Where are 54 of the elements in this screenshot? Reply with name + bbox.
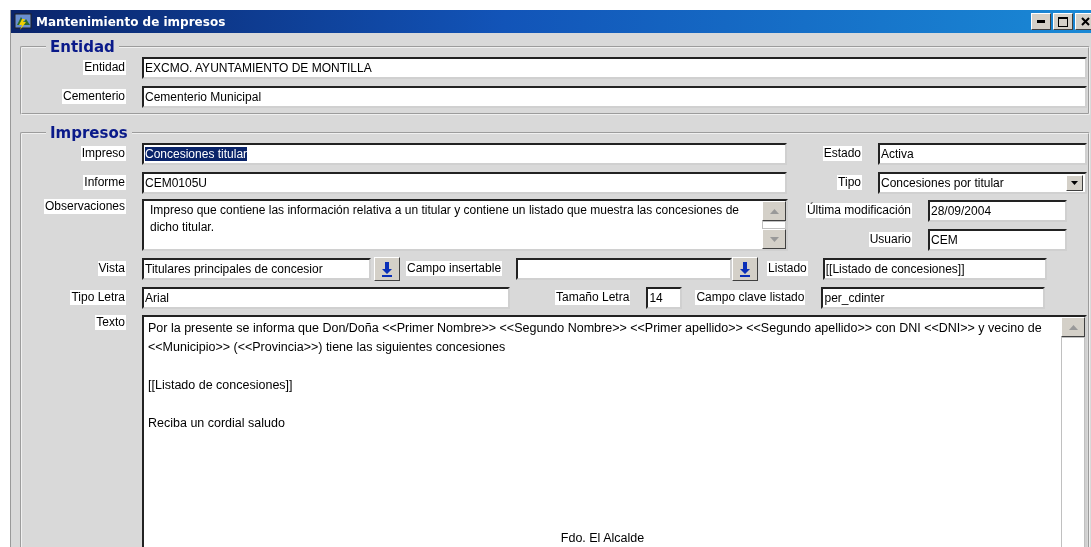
text-field[interactable]: 14 (646, 286, 683, 309)
field-label: Cementerio (61, 89, 126, 104)
lookup-button[interactable] (374, 256, 400, 281)
text-field[interactable]: per_cdinter (821, 286, 1046, 309)
scroll-up-button[interactable] (1061, 317, 1085, 337)
group-title: Impresos (46, 124, 132, 142)
scroll-up-button[interactable] (762, 201, 786, 221)
down-arrow-icon (381, 260, 393, 277)
field-label: Campo insertable (406, 261, 503, 276)
field-label: Tamaño Letra (555, 290, 631, 305)
app-icon (14, 13, 32, 30)
close-icon (1080, 17, 1090, 26)
dropdown-arrow-icon (1071, 180, 1078, 185)
text-field[interactable]: Arial (142, 286, 510, 309)
dropdown[interactable]: Concesiones por titular (878, 171, 1087, 194)
field-label: Tipo (837, 175, 862, 190)
up-triangle-icon (1068, 324, 1078, 330)
field-label: Última modificación (805, 203, 912, 218)
field-label: Usuario (868, 232, 912, 247)
scrollbar[interactable] (1061, 317, 1085, 547)
text-field[interactable]: [[Listado de concesiones]] (822, 257, 1047, 280)
field-label: Tipo Letra (70, 290, 126, 305)
text-area[interactable]: Por la presente se informa que Don/Doña <<Primer Nombre>> <<Segundo Nombre>> <<Primer apellido>> <<Segundo apellido>> con DNI <<DNI>> y vecino de <<Municipio>> (<<Provincia>>) tiene las siguientes concesiones [[Listado de concesiones]] Reciba un cordial saludo Fdo. El Alcalde (142, 315, 1087, 547)
field-label: Listado (767, 261, 808, 276)
text-field[interactable]: 28/09/2004 (928, 199, 1067, 222)
maximize-button[interactable] (1053, 13, 1073, 30)
text-field[interactable]: EXCMO. AYUNTAMIENTO DE MONTILLA (142, 56, 1087, 79)
field-label: Informe (83, 175, 126, 190)
text-field[interactable]: Titulares principales de concesior (142, 257, 371, 280)
field-label: Estado (822, 146, 862, 161)
field-label: Observaciones (43, 199, 126, 214)
text-field[interactable]: Activa (878, 142, 1087, 165)
down-triangle-icon (769, 236, 779, 242)
lookup-button[interactable] (732, 256, 759, 281)
text-area[interactable]: Impreso que contiene las información relativa a un titular y contiene un listado que muestra las concesiones de dicho titular. (142, 199, 788, 251)
text-field[interactable]: CEM0105U (142, 171, 787, 194)
window-title: Mantenimiento de impresos (36, 14, 226, 29)
field-label: Texto (95, 315, 126, 330)
maximize-icon (1058, 16, 1068, 27)
text-field[interactable]: Concesiones titular (142, 142, 787, 165)
scroll-down-button[interactable] (762, 229, 786, 249)
down-arrow-icon (739, 260, 752, 277)
field-label: Campo clave listado (695, 290, 806, 305)
text-field[interactable]: Cementerio Municipal (142, 85, 1087, 108)
scrollbar[interactable] (762, 201, 786, 249)
minimize-icon (1037, 20, 1045, 23)
up-triangle-icon (769, 208, 779, 214)
minimize-button[interactable] (1031, 13, 1051, 30)
text-field[interactable] (516, 257, 733, 280)
field-label: Vista (97, 261, 126, 276)
field-label: Impreso (80, 146, 126, 161)
text-field[interactable]: CEM (928, 228, 1067, 251)
close-button[interactable] (1075, 13, 1091, 30)
field-label: Entidad (83, 60, 126, 75)
